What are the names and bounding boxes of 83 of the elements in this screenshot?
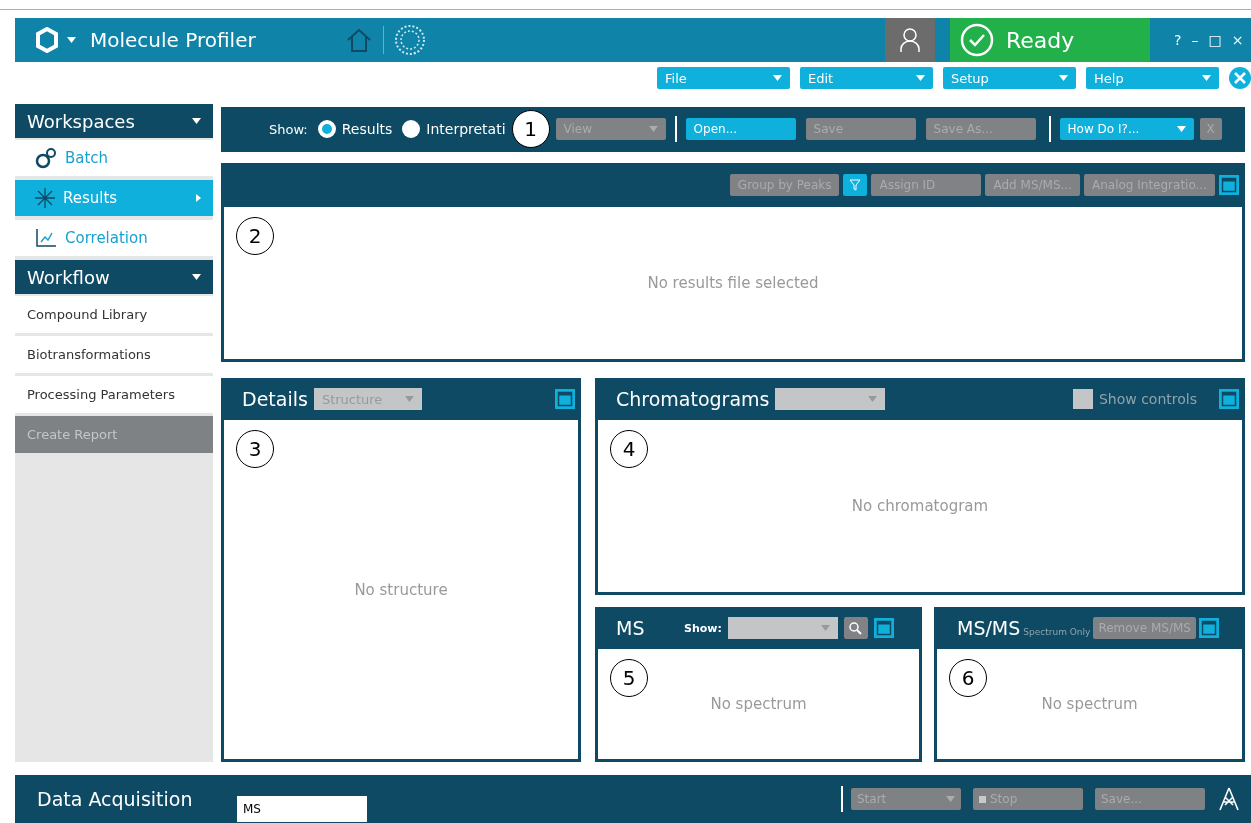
sidebar-item[interactable]: Correlation bbox=[15, 220, 213, 256]
sidebar-item[interactable]: Processing Parameters bbox=[15, 376, 213, 413]
window-control[interactable]: □ bbox=[1208, 32, 1222, 48]
caret-icon bbox=[1202, 75, 1211, 81]
user-button[interactable] bbox=[885, 18, 935, 62]
search-button[interactable] bbox=[843, 617, 868, 639]
callout-number: 5 bbox=[610, 659, 648, 697]
caret-icon bbox=[946, 796, 955, 802]
window-control[interactable]: ? bbox=[1174, 32, 1182, 48]
caret-icon bbox=[1059, 75, 1068, 81]
caret-icon bbox=[820, 625, 830, 631]
show-label: Show: bbox=[684, 621, 722, 635]
caret-icon bbox=[773, 75, 782, 81]
antenna-icon[interactable] bbox=[1217, 786, 1241, 812]
empty-message: No spectrum bbox=[1041, 695, 1138, 713]
section-title: Workflow bbox=[27, 266, 110, 288]
panel-title: Chromatograms bbox=[616, 388, 770, 410]
search-icon bbox=[849, 621, 863, 635]
callout-number: 2 bbox=[236, 216, 274, 255]
window-control[interactable]: – bbox=[1191, 32, 1199, 48]
user-icon bbox=[899, 27, 921, 53]
empty-message: No spectrum bbox=[710, 695, 807, 713]
callout-number: 3 bbox=[236, 430, 274, 468]
menu-dropdown[interactable]: File bbox=[657, 67, 790, 89]
chart-icon bbox=[35, 228, 57, 248]
link-icon bbox=[35, 147, 57, 169]
maximize-icon[interactable] bbox=[1219, 389, 1239, 409]
sidebar-item[interactable]: Results bbox=[15, 180, 213, 216]
maximize-icon[interactable] bbox=[555, 389, 575, 409]
maximize-icon[interactable] bbox=[873, 618, 894, 638]
filter-button[interactable] bbox=[843, 173, 868, 196]
caret-icon bbox=[1176, 126, 1186, 133]
radio-option[interactable]: Interpretati bbox=[402, 120, 506, 139]
checkbox[interactable] bbox=[1072, 389, 1093, 409]
caret-icon bbox=[192, 118, 201, 124]
check-circle-icon bbox=[960, 23, 994, 57]
method-field[interactable]: MS bbox=[237, 796, 367, 822]
sidebar-item[interactable]: Biotransformations bbox=[15, 336, 213, 373]
empty-message: No chromatogram bbox=[851, 497, 989, 515]
sidebar-item[interactable]: Compound Library bbox=[15, 296, 213, 333]
empty-message: No structure bbox=[354, 580, 448, 599]
section-header[interactable]: Workflow bbox=[15, 260, 213, 294]
panel-title: Details bbox=[242, 388, 308, 410]
sparkle-icon bbox=[35, 188, 55, 208]
home-icon[interactable] bbox=[345, 27, 373, 53]
how-do-i-dropdown[interactable]: How Do I?... bbox=[1059, 118, 1194, 141]
show-label: Show: bbox=[269, 121, 308, 137]
app-title: Molecule Profiler bbox=[90, 28, 257, 52]
menu-dropdown[interactable]: Help bbox=[1086, 67, 1219, 89]
close-icon[interactable] bbox=[1229, 67, 1251, 89]
checkbox-label: Show controls bbox=[1098, 391, 1197, 407]
section-title: Workspaces bbox=[27, 110, 135, 132]
caret-icon bbox=[192, 274, 201, 280]
stop-icon bbox=[979, 796, 986, 803]
empty-message: No results file selected bbox=[647, 273, 819, 292]
caret-icon bbox=[67, 37, 76, 43]
window-control[interactable]: × bbox=[1231, 32, 1244, 48]
menu-dropdown[interactable]: Setup bbox=[943, 67, 1076, 89]
status-text: Ready bbox=[1006, 27, 1075, 53]
bar-title: Data Acquisition bbox=[37, 788, 194, 810]
menu-dropdown[interactable]: Edit bbox=[800, 67, 933, 89]
sidebar-item[interactable]: Batch bbox=[15, 140, 213, 176]
panel-title: MS/MS bbox=[957, 617, 1021, 639]
caret-icon bbox=[868, 396, 878, 402]
radio-icon[interactable] bbox=[402, 120, 421, 139]
radio-option[interactable]: Results bbox=[317, 120, 393, 139]
radio-icon[interactable] bbox=[317, 120, 336, 139]
panel-subtitle: Spectrum Only bbox=[1023, 627, 1091, 637]
caret-icon bbox=[648, 126, 658, 133]
section-header[interactable]: Workspaces bbox=[15, 104, 213, 138]
hexagon-logo-icon[interactable] bbox=[35, 27, 59, 53]
toolbar-button[interactable]: Open... bbox=[685, 118, 796, 141]
caret-icon bbox=[916, 75, 925, 81]
maximize-icon[interactable] bbox=[1219, 174, 1239, 195]
callout-number: 4 bbox=[610, 430, 648, 468]
callout-number: 6 bbox=[949, 659, 987, 697]
callout-number: 1 bbox=[511, 110, 550, 149]
panel-title: MS bbox=[616, 617, 646, 639]
dotted-circle-icon[interactable] bbox=[394, 24, 426, 56]
caret-icon bbox=[404, 396, 414, 402]
filter-icon bbox=[849, 178, 862, 191]
arrow-icon bbox=[196, 194, 201, 202]
maximize-icon[interactable] bbox=[1198, 618, 1219, 638]
